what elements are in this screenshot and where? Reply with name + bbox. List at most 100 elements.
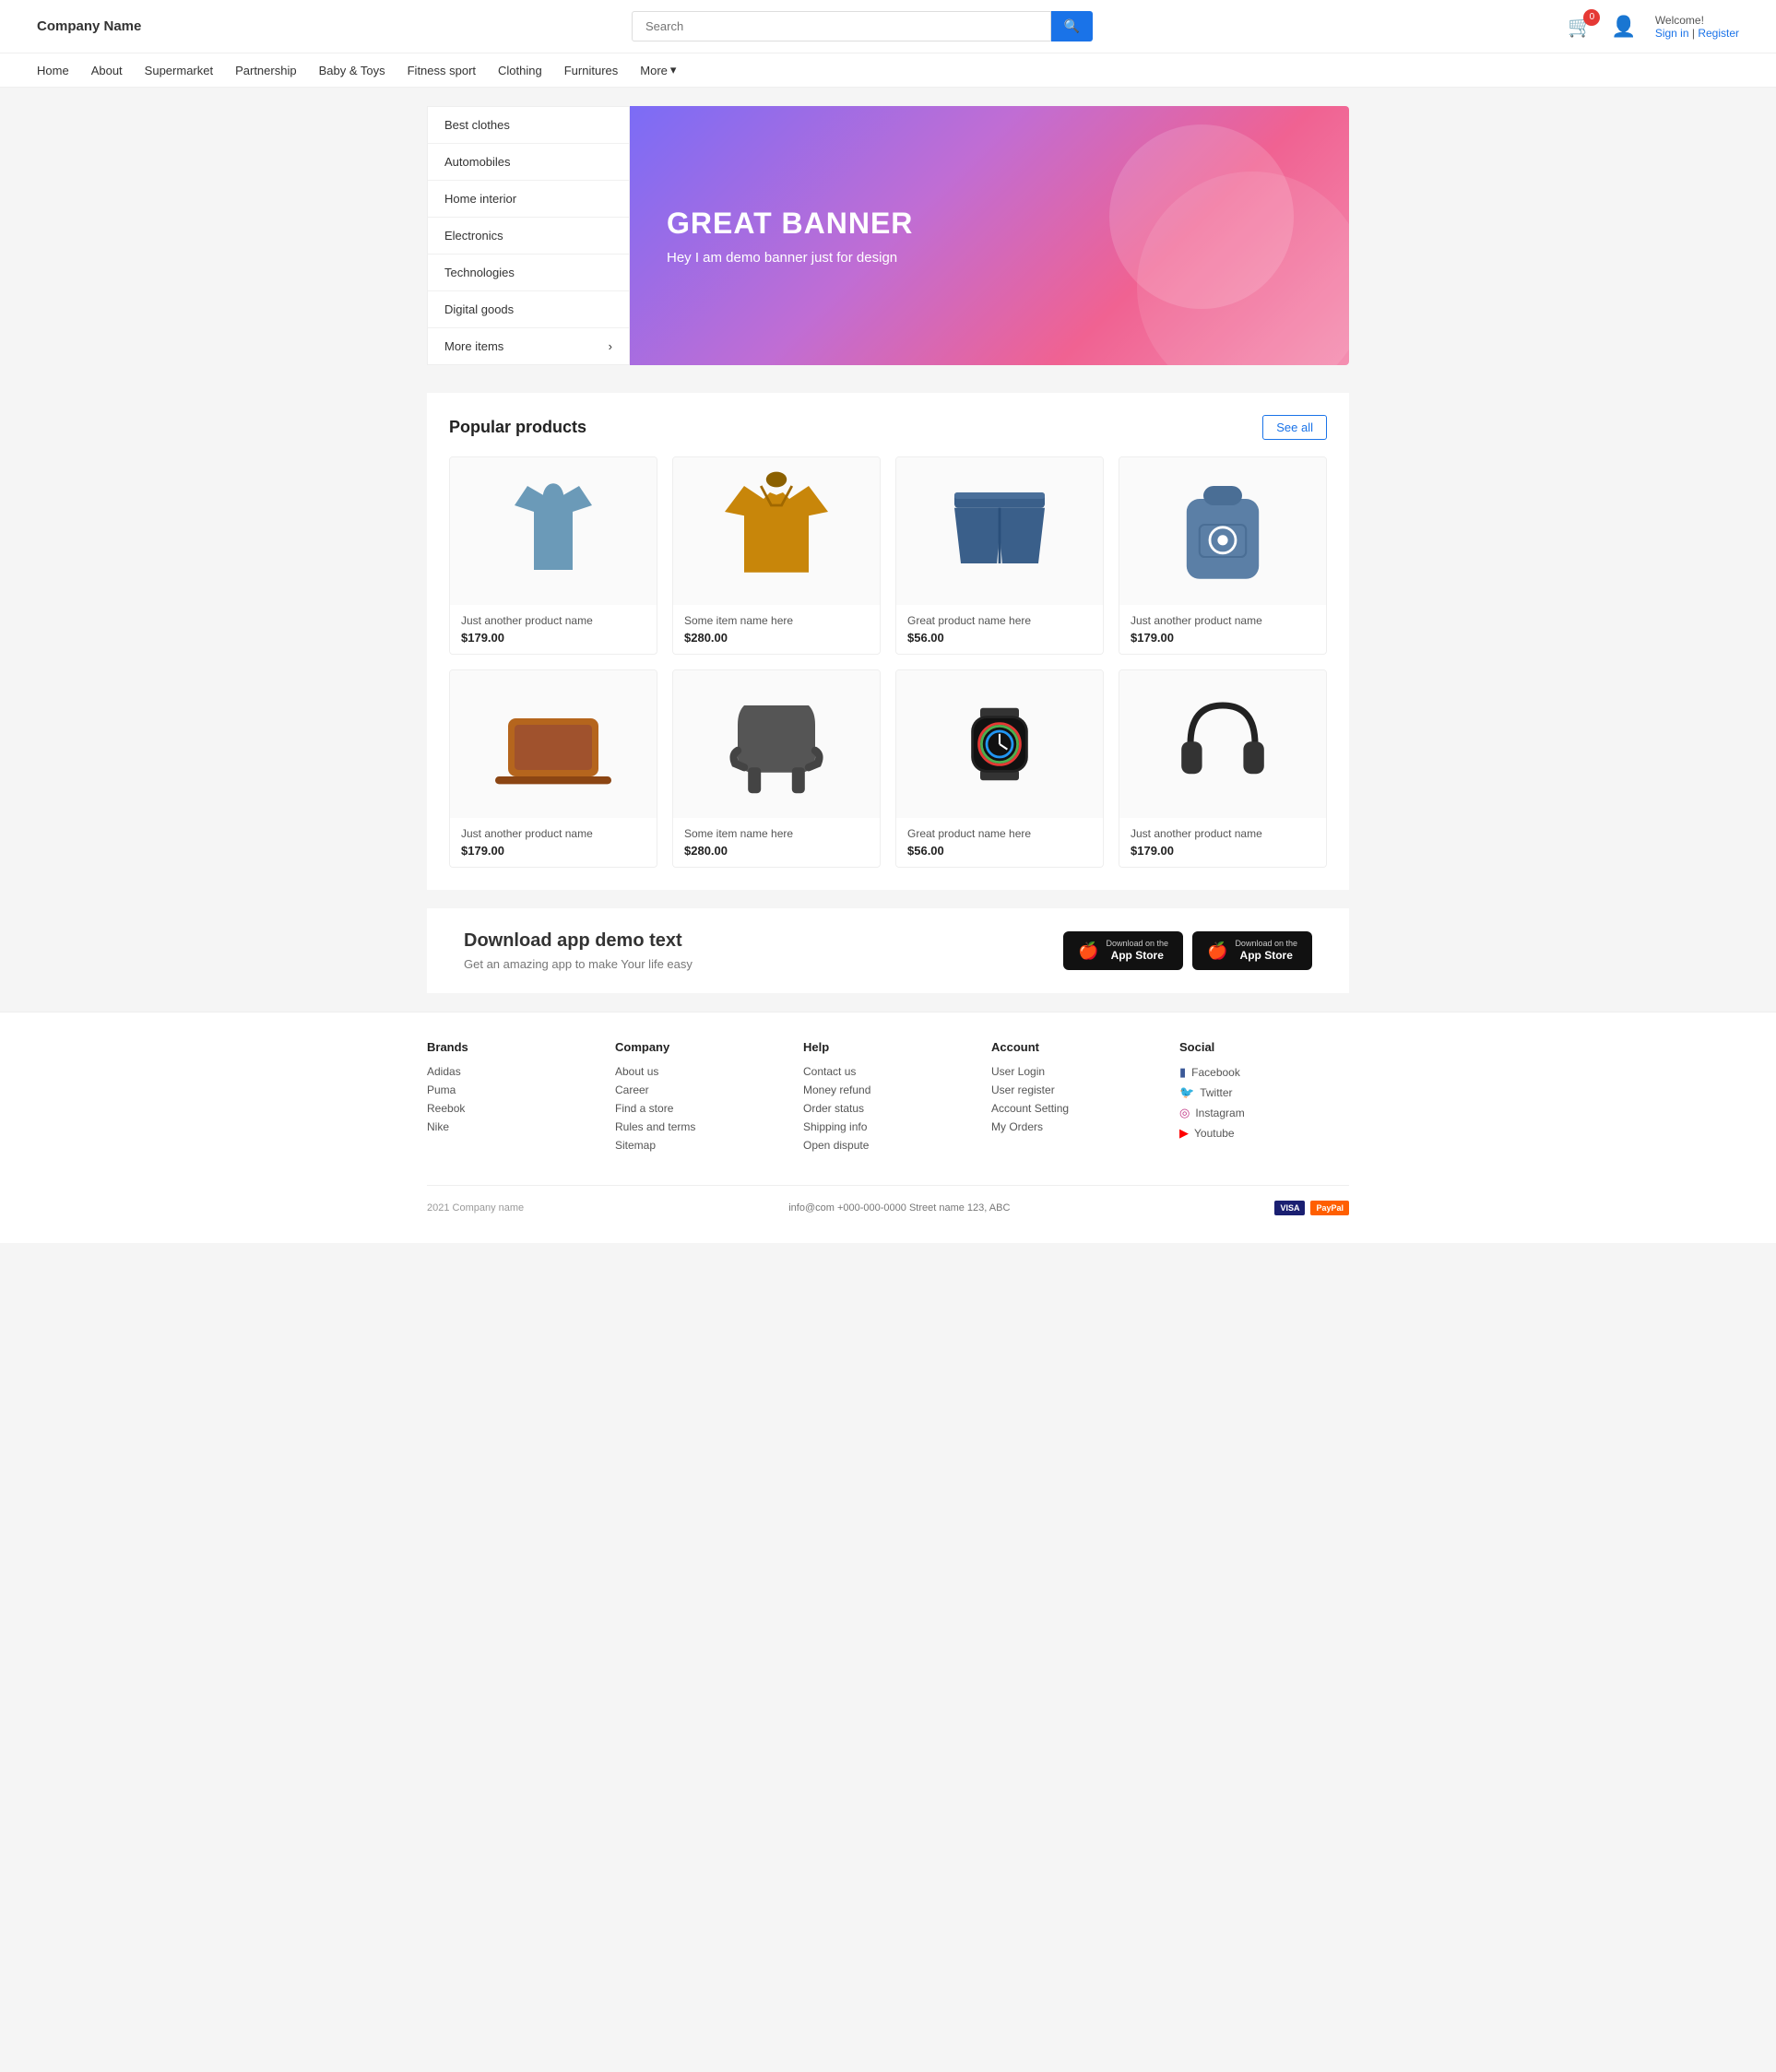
nav-partnership[interactable]: Partnership [235, 64, 296, 77]
jacket-icon [682, 467, 870, 596]
product-name: Great product name here [907, 614, 1092, 627]
product-card[interactable]: Some item name here $280.00 [672, 669, 881, 868]
products-header: Popular products See all [449, 415, 1327, 440]
nav-about[interactable]: About [91, 64, 123, 77]
nav-fitness[interactable]: Fitness sport [408, 64, 476, 77]
footer-link-about[interactable]: About us [615, 1065, 785, 1078]
footer: Brands Adidas Puma Reebok Nike Company A… [0, 1012, 1776, 1243]
footer-link-contact[interactable]: Contact us [803, 1065, 973, 1078]
main-content: Best clothes Automobiles Home interior E… [408, 106, 1368, 993]
see-all-button[interactable]: See all [1262, 415, 1327, 440]
user-icon[interactable]: 👤 [1611, 15, 1636, 39]
google-play-button[interactable]: 🍎 Download on the App Store [1192, 931, 1312, 969]
footer-link-twitter[interactable]: 🐦 Twitter [1179, 1085, 1349, 1100]
signin-link[interactable]: Sign in [1655, 27, 1689, 40]
cart-badge: 0 [1583, 9, 1600, 26]
youtube-icon: ▶ [1179, 1126, 1189, 1141]
shirt-icon [459, 467, 647, 596]
product-price: $56.00 [907, 844, 1092, 858]
product-info: Some item name here $280.00 [673, 818, 880, 867]
sidebar-label: Automobiles [444, 155, 511, 169]
product-info: Great product name here $56.00 [896, 605, 1103, 654]
footer-payment: VISA PayPal [1274, 1201, 1349, 1215]
product-card[interactable]: Just another product name $179.00 [1119, 669, 1327, 868]
product-card[interactable]: Some item name here $280.00 [672, 456, 881, 655]
product-image [1119, 670, 1326, 818]
product-price: $179.00 [1131, 844, 1315, 858]
product-card[interactable]: Just another product name $179.00 [449, 456, 657, 655]
footer-link-sitemap[interactable]: Sitemap [615, 1139, 785, 1152]
nav-clothing[interactable]: Clothing [498, 64, 542, 77]
product-card[interactable]: Great product name here $56.00 [895, 456, 1104, 655]
footer-link-youtube[interactable]: ▶ Youtube [1179, 1126, 1349, 1141]
nav-supermarket[interactable]: Supermarket [145, 64, 213, 77]
product-info: Just another product name $179.00 [450, 818, 657, 867]
footer-link-order-status[interactable]: Order status [803, 1102, 973, 1115]
product-card[interactable]: Just another product name $179.00 [449, 669, 657, 868]
footer-link-reebok[interactable]: Reebok [427, 1102, 597, 1115]
footer-link-facebook[interactable]: ▮ Facebook [1179, 1065, 1349, 1080]
footer-link-nike[interactable]: Nike [427, 1120, 597, 1133]
banner-subtitle: Hey I am demo banner just for design [667, 250, 913, 266]
sidebar-item-electronics[interactable]: Electronics [428, 218, 629, 255]
product-price: $179.00 [461, 844, 645, 858]
footer-link-adidas[interactable]: Adidas [427, 1065, 597, 1078]
footer-link-rules[interactable]: Rules and terms [615, 1120, 785, 1133]
product-info: Just another product name $179.00 [1119, 818, 1326, 867]
footer-link-find-store[interactable]: Find a store [615, 1102, 785, 1115]
footer-link-puma[interactable]: Puma [427, 1083, 597, 1096]
footer-link-refund[interactable]: Money refund [803, 1083, 973, 1096]
nav-more-label: More [640, 64, 668, 77]
register-link[interactable]: Register [1698, 27, 1739, 40]
product-name: Just another product name [1131, 614, 1315, 627]
nav-baby-toys[interactable]: Baby & Toys [319, 64, 385, 77]
google-play-icon: 🍎 [1207, 941, 1227, 961]
product-image [896, 457, 1103, 605]
download-title: Download app demo text [464, 930, 693, 952]
product-info: Just another product name $179.00 [1119, 605, 1326, 654]
search-input[interactable] [632, 11, 1051, 41]
product-name: Just another product name [461, 827, 645, 840]
footer-brands-title: Brands [427, 1040, 597, 1054]
product-image [450, 670, 657, 818]
product-name: Great product name here [907, 827, 1092, 840]
sidebar-item-digital-goods[interactable]: Digital goods [428, 291, 629, 328]
apple-icon: 🍎 [1078, 941, 1098, 961]
nav-more[interactable]: More ▾ [640, 63, 676, 77]
app-store-button[interactable]: 🍎 Download on the App Store [1063, 931, 1183, 969]
product-image [1119, 457, 1326, 605]
twitter-icon: 🐦 [1179, 1085, 1194, 1100]
search-icon: 🔍 [1064, 18, 1080, 33]
product-card[interactable]: Great product name here $56.00 [895, 669, 1104, 868]
footer-bottom: 2021 Company name info@com +000-000-0000… [427, 1185, 1349, 1215]
cart-button[interactable]: 🛒 0 [1568, 15, 1592, 39]
product-image [896, 670, 1103, 818]
sidebar-item-automobiles[interactable]: Automobiles [428, 144, 629, 181]
sidebar-item-best-clothes[interactable]: Best clothes [428, 107, 629, 144]
product-name: Some item name here [684, 827, 869, 840]
nav-home[interactable]: Home [37, 64, 69, 77]
sidebar-label: Best clothes [444, 118, 510, 132]
search-button[interactable]: 🔍 [1051, 11, 1093, 41]
footer-link-instagram[interactable]: ◎ Instagram [1179, 1106, 1349, 1120]
sidebar-item-home-interior[interactable]: Home interior [428, 181, 629, 218]
product-card[interactable]: Just another product name $179.00 [1119, 456, 1327, 655]
footer-link-shipping[interactable]: Shipping info [803, 1120, 973, 1133]
footer-link-career[interactable]: Career [615, 1083, 785, 1096]
footer-link-user-register[interactable]: User register [991, 1083, 1161, 1096]
paypal-badge: PayPal [1310, 1201, 1349, 1215]
chair-icon [682, 680, 870, 809]
sidebar-label: Technologies [444, 266, 515, 279]
chevron-right-icon: › [609, 339, 612, 353]
footer-link-dispute[interactable]: Open dispute [803, 1139, 973, 1152]
welcome-text: Welcome! Sign in | Register [1655, 14, 1739, 40]
footer-link-account-setting[interactable]: Account Setting [991, 1102, 1161, 1115]
sidebar-label: Digital goods [444, 302, 514, 316]
product-name: Just another product name [461, 614, 645, 627]
sidebar-item-technologies[interactable]: Technologies [428, 255, 629, 291]
footer-link-user-login[interactable]: User Login [991, 1065, 1161, 1078]
nav-furnitures[interactable]: Furnitures [564, 64, 619, 77]
footer-link-my-orders[interactable]: My Orders [991, 1120, 1161, 1133]
sidebar-item-more-items[interactable]: More items › [428, 328, 629, 364]
product-price: $280.00 [684, 631, 869, 645]
